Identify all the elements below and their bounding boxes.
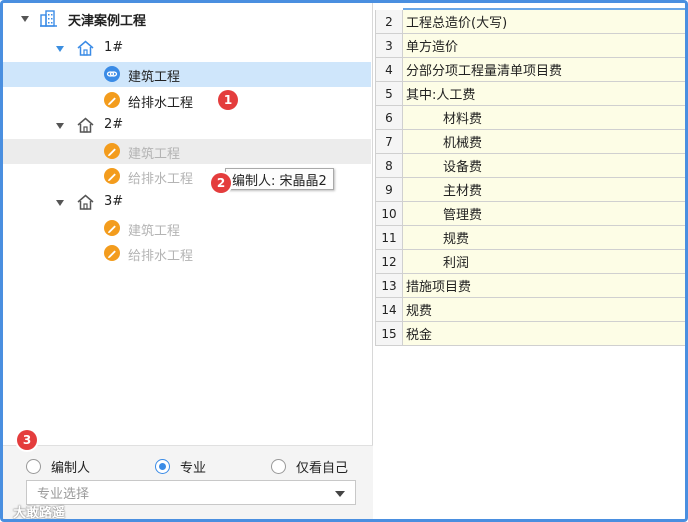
step-badge-3: 3 (17, 430, 37, 450)
row-label-cell[interactable]: 规费 (403, 298, 685, 322)
expand-caret-icon[interactable] (56, 200, 64, 206)
pencil-icon (104, 143, 120, 159)
row-label-cell[interactable]: 利润 (403, 250, 685, 274)
watermark-text: 大敢路遥 (13, 506, 66, 521)
table-row[interactable]: 9 主材费 (375, 178, 685, 202)
tree-group-label: 2# (104, 117, 124, 132)
radio-label: 专业 (180, 461, 207, 476)
house-icon (77, 117, 94, 137)
specialty-select[interactable]: 专业选择 (26, 480, 356, 505)
tree-group-1[interactable]: 1# (3, 36, 371, 61)
row-label-cell[interactable]: 措施项目费 (403, 274, 685, 298)
row-number: 4 (375, 58, 403, 82)
radio-dot[interactable] (26, 459, 41, 474)
row-number: 8 (375, 154, 403, 178)
row-number: 11 (375, 226, 403, 250)
row-label-cell[interactable]: 工程总造价(大写) (403, 10, 685, 34)
project-tree-panel: 天津案例工程 1# 建筑工程 给排水工程 2# 建筑工程 给排水工程 3# 建筑… (3, 3, 373, 519)
row-number: 6 (375, 106, 403, 130)
table-row[interactable]: 6 材料费 (375, 106, 685, 130)
tree-item-label: 给排水工程 (128, 172, 194, 187)
tree-item-label: 给排水工程 (128, 96, 194, 111)
step-badge-2: 2 (211, 173, 231, 193)
tree-group-3[interactable]: 3# (3, 190, 371, 215)
row-number: 3 (375, 34, 403, 58)
row-number: 10 (375, 202, 403, 226)
table-row[interactable]: 8 设备费 (375, 154, 685, 178)
tree-group-label: 1# (104, 40, 124, 55)
table-row[interactable]: 10 管理费 (375, 202, 685, 226)
expand-caret-icon[interactable] (21, 16, 29, 22)
tree-root[interactable]: 天津案例工程 (3, 6, 371, 31)
tree-root-label: 天津案例工程 (68, 14, 147, 29)
tree-item-label: 建筑工程 (128, 224, 181, 239)
building-icon (40, 10, 58, 31)
row-label-cell[interactable]: 材料费 (403, 106, 685, 130)
row-number: 2 (375, 10, 403, 34)
row-number: 12 (375, 250, 403, 274)
tree-item-disabled[interactable]: 给排水工程 (3, 241, 371, 266)
table-row[interactable]: 5 其中:人工费 (375, 82, 685, 106)
row-number: 13 (375, 274, 403, 298)
chevron-down-icon[interactable] (335, 491, 345, 497)
row-number: 14 (375, 298, 403, 322)
cost-table-panel: 2 工程总造价(大写) 3 单方造价 4 分部分项工程量清单项目费 5 其中:人工费 6 材料费 7… (375, 3, 685, 519)
row-label-cell[interactable]: 设备费 (403, 154, 685, 178)
house-icon (77, 194, 94, 214)
pencil-icon (104, 168, 120, 184)
table-row[interactable]: 2 工程总造价(大写) (375, 10, 685, 34)
filter-radio-author[interactable]: 编制人 (26, 457, 90, 476)
filter-radio-mine-only[interactable]: 仅看自己 (271, 457, 348, 476)
row-label-cell[interactable]: 其中:人工费 (403, 82, 685, 106)
tree-item-label: 给排水工程 (128, 249, 194, 264)
radio-dot-checked[interactable] (155, 459, 170, 474)
row-number: 7 (375, 130, 403, 154)
table-row[interactable]: 4 分部分项工程量清单项目费 (375, 58, 685, 82)
house-icon (77, 40, 94, 60)
select-placeholder: 专业选择 (37, 487, 90, 502)
row-number: 15 (375, 322, 403, 346)
tree-item-disabled[interactable]: 建筑工程 (3, 139, 371, 164)
radio-dot[interactable] (271, 459, 286, 474)
window-frame: 天津案例工程 1# 建筑工程 给排水工程 2# 建筑工程 给排水工程 3# 建筑… (0, 0, 688, 522)
radio-label: 编制人 (51, 461, 91, 476)
tree-item-label: 建筑工程 (128, 70, 181, 85)
row-label-cell[interactable]: 管理费 (403, 202, 685, 226)
row-label-cell[interactable]: 分部分项工程量清单项目费 (403, 58, 685, 82)
radio-label: 仅看自己 (296, 461, 349, 476)
table-row[interactable]: 14 规费 (375, 298, 685, 322)
table-row[interactable]: 11 规费 (375, 226, 685, 250)
row-label-cell[interactable]: 规费 (403, 226, 685, 250)
tree-group-label: 3# (104, 194, 124, 209)
pencil-icon (104, 245, 120, 261)
expand-caret-icon[interactable] (56, 46, 64, 52)
author-tooltip: 编制人: 宋晶晶2 (225, 168, 334, 190)
step-badge-1: 1 (218, 90, 238, 110)
tree-item-selected[interactable]: 建筑工程 (3, 62, 371, 87)
tree-item[interactable]: 给排水工程 (3, 88, 371, 113)
tree-item-label: 建筑工程 (128, 147, 181, 162)
tree-group-2[interactable]: 2# (3, 113, 371, 138)
tree-item-disabled[interactable]: 建筑工程 (3, 216, 371, 241)
pencil-icon (104, 220, 120, 236)
row-label-cell[interactable]: 机械费 (403, 130, 685, 154)
row-number: 9 (375, 178, 403, 202)
filter-radio-specialty[interactable]: 专业 (155, 457, 206, 476)
row-label-cell[interactable]: 主材费 (403, 178, 685, 202)
row-label-cell[interactable]: 税金 (403, 322, 685, 346)
table-row[interactable]: 3 单方造价 (375, 34, 685, 58)
link-icon (104, 66, 120, 82)
table-row[interactable]: 15 税金 (375, 322, 685, 346)
pencil-icon (104, 92, 120, 108)
table-row[interactable]: 12 利润 (375, 250, 685, 274)
row-label-cell[interactable]: 单方造价 (403, 34, 685, 58)
expand-caret-icon[interactable] (56, 123, 64, 129)
table-row[interactable]: 7 机械费 (375, 130, 685, 154)
table-row[interactable]: 13 措施项目费 (375, 274, 685, 298)
row-number: 5 (375, 82, 403, 106)
